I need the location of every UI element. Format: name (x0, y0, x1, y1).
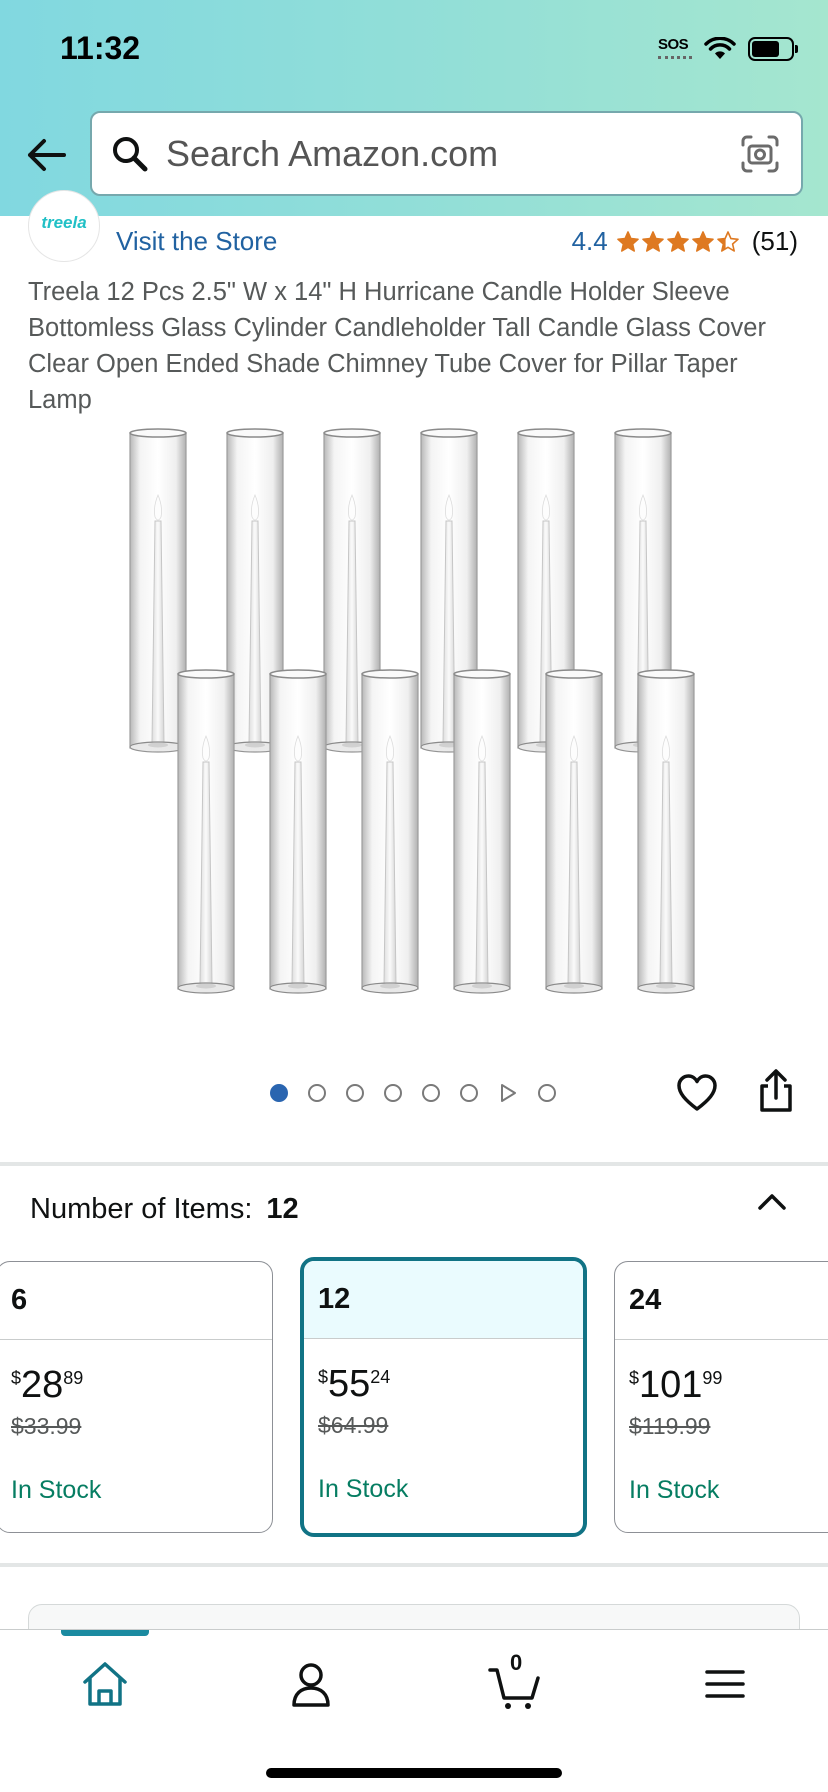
search-input[interactable] (166, 132, 706, 175)
gallery-dot[interactable] (460, 1084, 478, 1102)
price-whole: 28 (21, 1364, 64, 1406)
video-play-icon[interactable] (498, 1083, 518, 1103)
sos-indicator: SOS (658, 36, 692, 62)
bottom-nav: 0 (0, 1629, 828, 1792)
price-fraction: 24 (370, 1367, 391, 1387)
variation-selected-value: 12 (266, 1193, 299, 1225)
home-indicator (266, 1768, 562, 1778)
search-icon (113, 136, 148, 171)
rating-stars (616, 230, 740, 254)
active-tab-indicator (61, 1630, 149, 1636)
store-logo[interactable]: treela (28, 190, 100, 262)
store-logo-text: treela (41, 213, 87, 232)
gallery-dot[interactable] (422, 1084, 440, 1102)
home-icon[interactable] (75, 1654, 135, 1714)
variation-option-6[interactable]: 6 $28 89 $33.99 In Stock (0, 1261, 273, 1533)
option-stock: In Stock (318, 1475, 409, 1503)
menu-icon[interactable] (695, 1654, 755, 1714)
sos-label: SOS (658, 36, 689, 53)
rating-count: (51) (751, 226, 798, 256)
divider (0, 1162, 828, 1166)
star-icon (691, 230, 714, 252)
variation-label-text: Number of Items: (30, 1193, 253, 1225)
option-price: $55 24 (304, 1339, 583, 1406)
star-icon (641, 230, 664, 252)
option-price: $28 89 (0, 1340, 272, 1407)
status-icons: SOS (658, 36, 798, 62)
status-time: 11:32 (60, 30, 141, 66)
chevron-up-icon[interactable] (756, 1188, 788, 1214)
star-icon (666, 230, 689, 252)
price-fraction: 99 (702, 1368, 723, 1388)
gallery-dot[interactable] (308, 1084, 326, 1102)
option-list-price: $64.99 (318, 1412, 389, 1438)
star-icon (716, 230, 739, 252)
price-symbol: $ (11, 1368, 22, 1388)
store-row: treela Visit the Store 4.4 (51) (0, 190, 828, 262)
price-fraction: 89 (63, 1368, 84, 1388)
heart-icon[interactable] (675, 1071, 719, 1115)
back-arrow-icon[interactable] (24, 133, 68, 177)
gallery-dot[interactable] (346, 1084, 364, 1102)
option-count: 12 (304, 1261, 583, 1339)
cart-count: 0 (510, 1650, 523, 1675)
visit-store-link[interactable]: Visit the Store (116, 226, 277, 257)
wifi-icon (704, 37, 736, 59)
price-symbol: $ (318, 1367, 329, 1387)
option-list-price: $33.99 (11, 1413, 82, 1439)
price-whole: 55 (328, 1363, 371, 1405)
gallery-dot[interactable] (538, 1084, 556, 1102)
rating-value: 4.4 (571, 226, 608, 256)
product-image[interactable] (120, 424, 710, 1006)
search-bar[interactable] (90, 111, 803, 196)
battery-icon (748, 37, 798, 61)
cart-button[interactable]: 0 (486, 1650, 546, 1714)
option-count: 6 (0, 1262, 272, 1340)
camera-scan-icon[interactable] (739, 133, 781, 175)
variation-option-12[interactable]: 12 $55 24 $64.99 In Stock (300, 1257, 587, 1537)
option-stock: In Stock (11, 1476, 102, 1504)
top-header: 11:32 SOS (0, 0, 828, 216)
divider (0, 1563, 828, 1567)
signal-dots-icon (658, 56, 692, 60)
price-symbol: $ (629, 1368, 640, 1388)
variation-label: Number of Items: 12 (30, 1193, 299, 1226)
option-list-price: $119.99 (629, 1413, 711, 1439)
gallery-dots (270, 1083, 556, 1103)
gallery-dot[interactable] (270, 1084, 288, 1102)
rating[interactable]: 4.4 (51) (572, 226, 798, 257)
product-title: Treela 12 Pcs 2.5" W x 14" H Hurricane C… (28, 278, 766, 414)
account-icon[interactable] (281, 1654, 341, 1714)
option-price: $101 99 (615, 1340, 828, 1407)
star-icon (616, 230, 639, 252)
price-whole: 101 (639, 1364, 703, 1406)
option-stock: In Stock (629, 1476, 720, 1504)
share-icon[interactable] (754, 1068, 798, 1114)
variation-option-24[interactable]: 24 $101 99 $119.99 In Stock (614, 1261, 828, 1533)
gallery-dot[interactable] (384, 1084, 402, 1102)
option-count: 24 (615, 1262, 828, 1340)
